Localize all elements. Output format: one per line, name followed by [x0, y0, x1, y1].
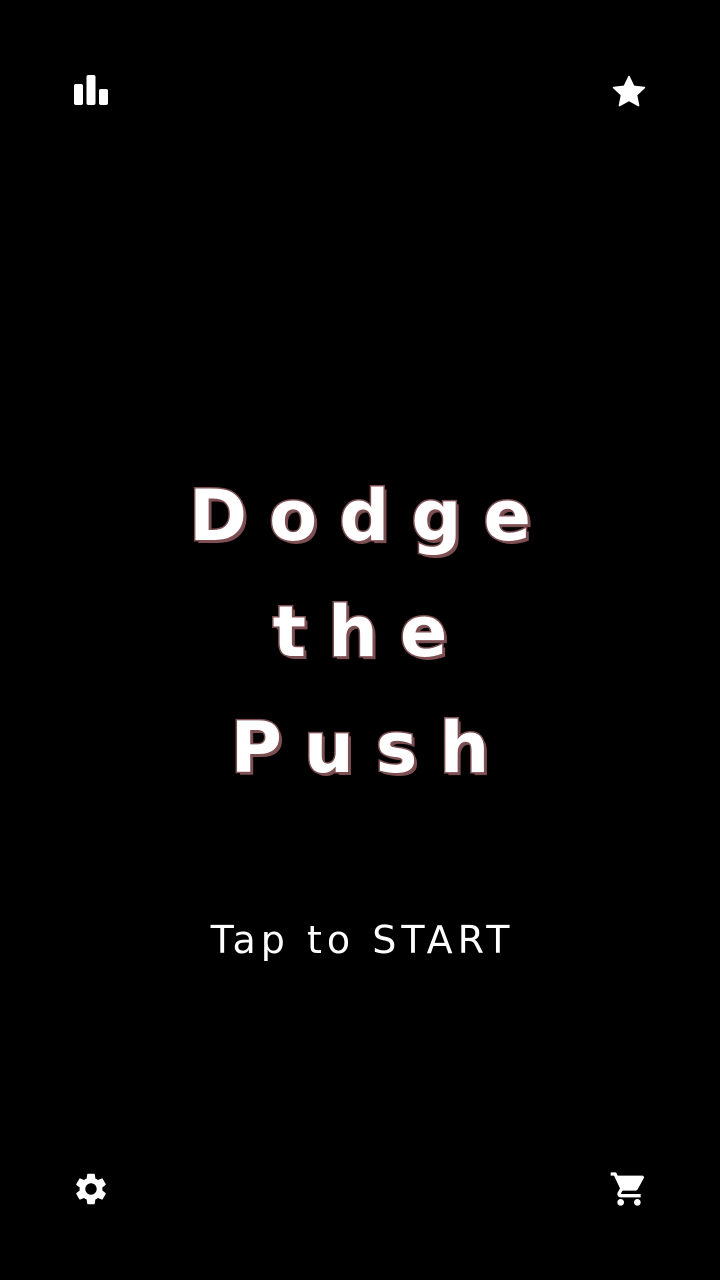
rate-button[interactable]	[601, 64, 657, 120]
title-line-3: Push	[229, 706, 512, 791]
shop-button[interactable]	[601, 1161, 657, 1217]
tap-to-start-prompt[interactable]: Tap to START	[0, 918, 720, 962]
leaderboard-button[interactable]	[63, 64, 119, 120]
game-title: Dodge the Push	[0, 458, 720, 806]
star-icon	[612, 75, 646, 107]
title-line-2: the	[271, 590, 470, 675]
settings-button[interactable]	[63, 1161, 119, 1217]
leaderboard-icon	[74, 75, 108, 105]
title-line-1: Dodge	[188, 474, 553, 559]
cart-icon	[610, 1172, 645, 1206]
gear-icon	[76, 1173, 106, 1205]
